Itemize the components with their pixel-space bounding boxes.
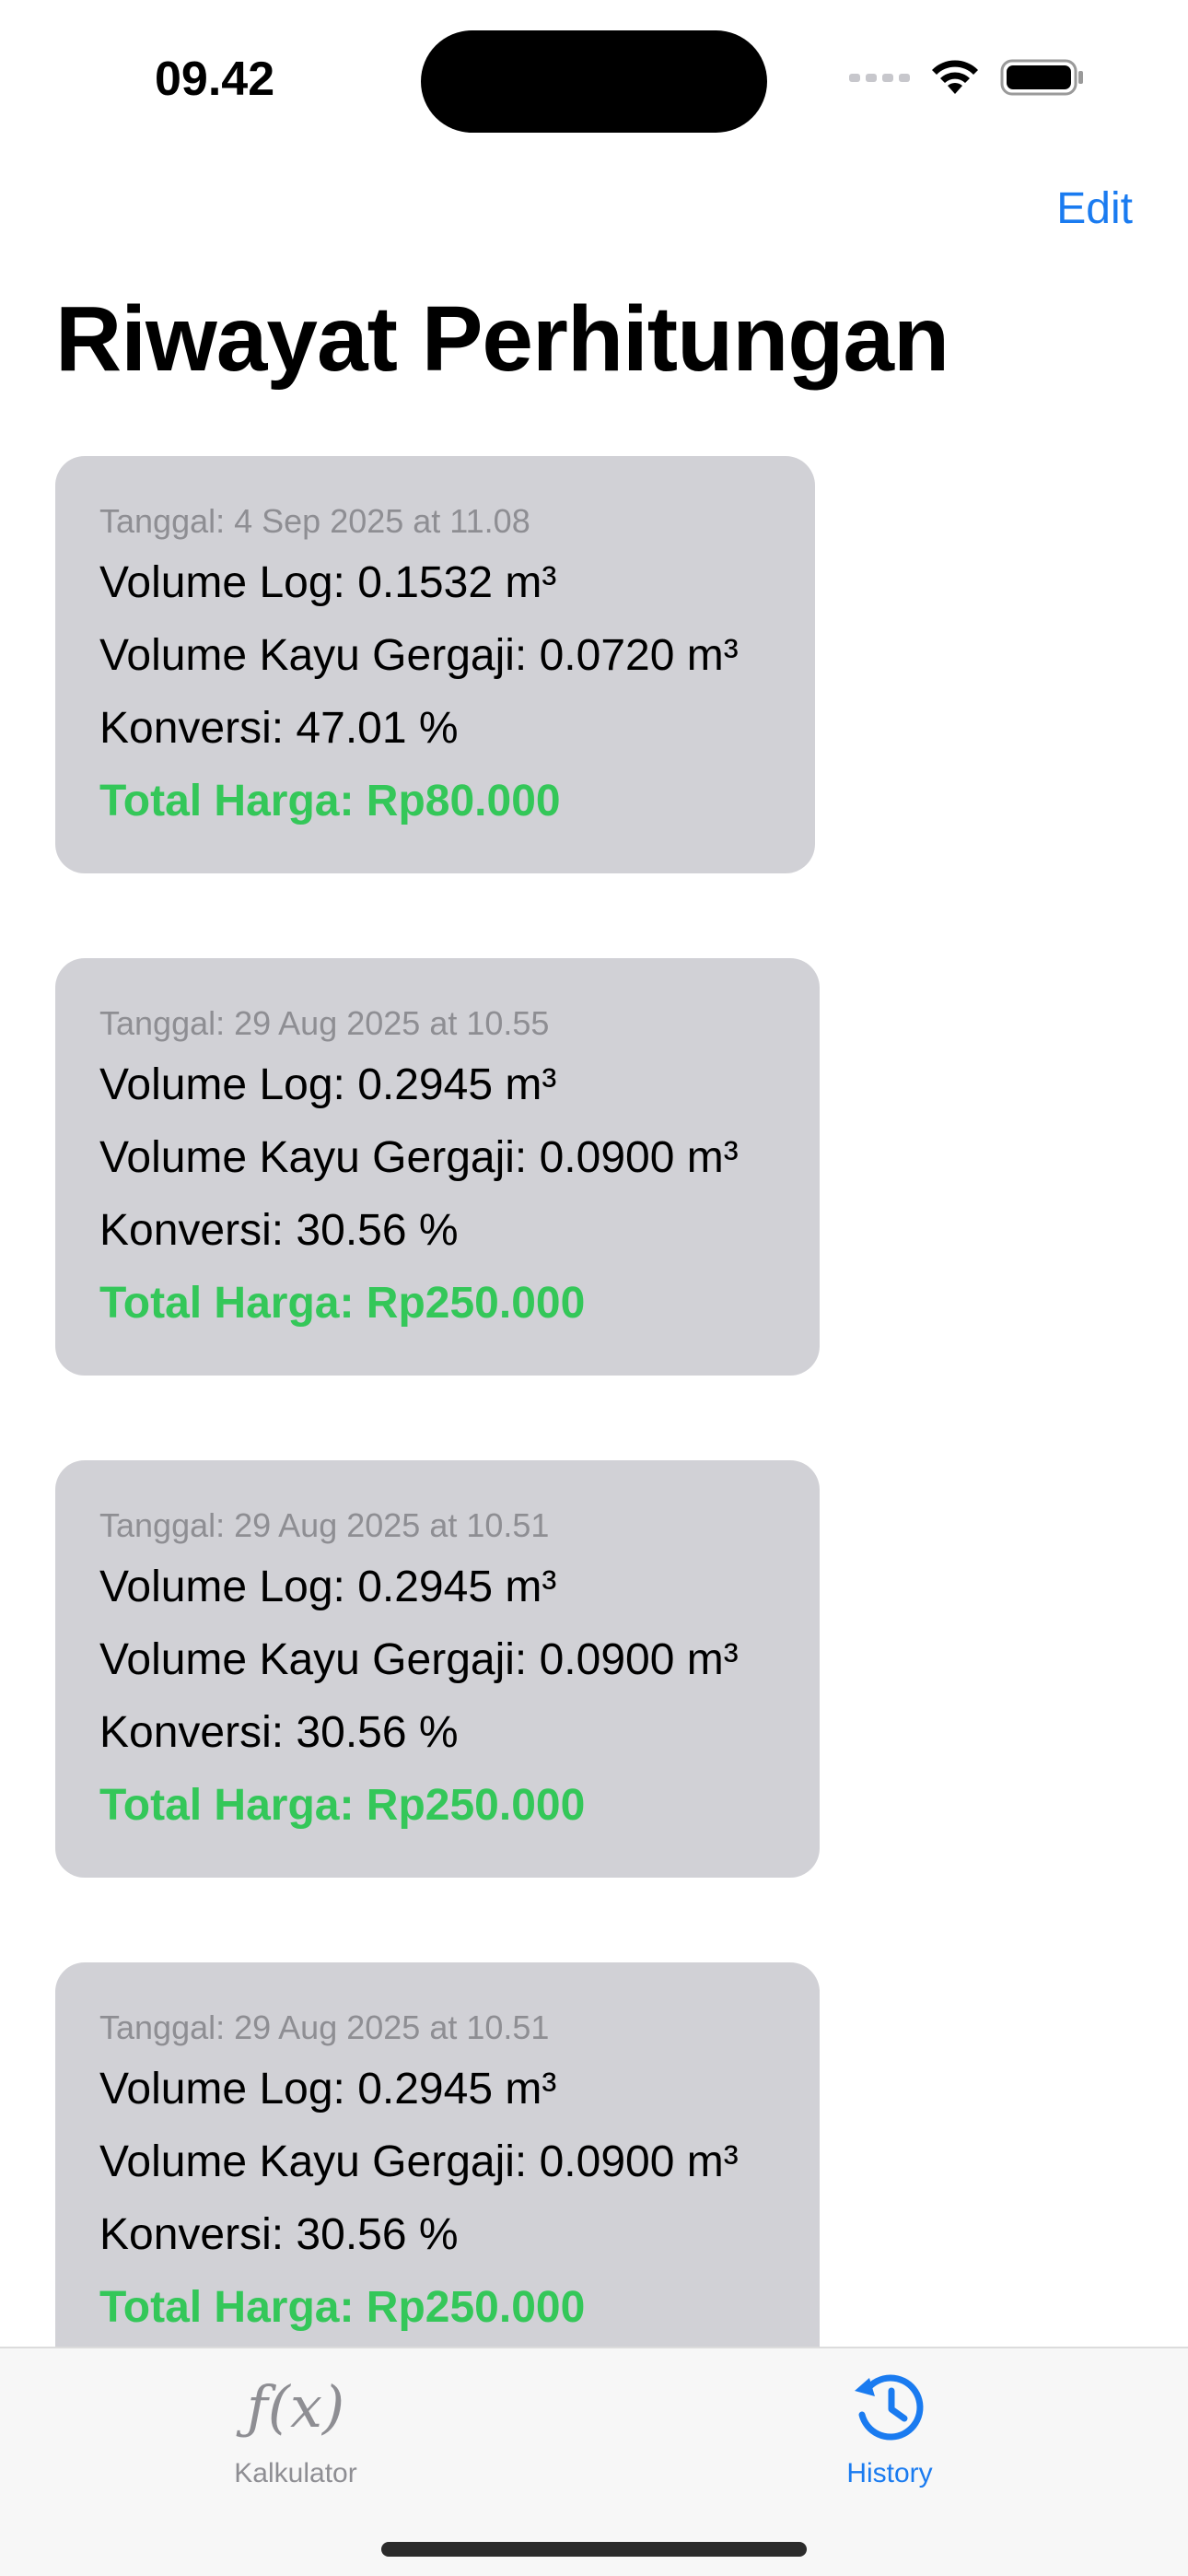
volume-kayu-gergaji: Volume Kayu Gergaji: 0.0720 m³ bbox=[99, 631, 739, 680]
history-date: Tanggal: 29 Aug 2025 at 10.55 bbox=[99, 1004, 550, 1042]
history-date: Tanggal: 4 Sep 2025 at 11.08 bbox=[99, 502, 530, 540]
function-glyph: ƒ(x) bbox=[246, 2373, 345, 2441]
status-time: 09.42 bbox=[155, 53, 275, 106]
function-icon: ƒ(x) bbox=[157, 2365, 434, 2450]
cellular-signal-icon bbox=[849, 71, 910, 88]
dynamic-island bbox=[421, 30, 767, 133]
konversi: Konversi: 30.56 % bbox=[99, 1206, 459, 1255]
volume-kayu-gergaji: Volume Kayu Gergaji: 0.0900 m³ bbox=[99, 1133, 739, 1182]
volume-kayu-gergaji: Volume Kayu Gergaji: 0.0900 m³ bbox=[99, 1635, 739, 1684]
total-harga: Total Harga: Rp250.000 bbox=[99, 1781, 586, 1830]
history-date: Tanggal: 29 Aug 2025 at 10.51 bbox=[99, 2008, 550, 2046]
history-card[interactable]: Tanggal: 4 Sep 2025 at 11.08 Volume Log:… bbox=[55, 456, 815, 873]
volume-log: Volume Log: 0.2945 m³ bbox=[99, 1060, 557, 1109]
history-card[interactable]: Tanggal: 29 Aug 2025 at 10.51 Volume Log… bbox=[55, 1460, 820, 1878]
edit-button[interactable]: Edit bbox=[1056, 181, 1133, 238]
history-card[interactable]: Tanggal: 29 Aug 2025 at 10.51 Volume Log… bbox=[55, 1962, 820, 2380]
history-clock-icon bbox=[751, 2365, 1028, 2450]
volume-log: Volume Log: 0.2945 m³ bbox=[99, 2065, 557, 2113]
konversi: Konversi: 47.01 % bbox=[99, 704, 459, 753]
tab-kalkulator[interactable]: ƒ(x) Kalkulator bbox=[157, 2365, 434, 2503]
status-icons bbox=[849, 53, 1085, 105]
page-title: Riwayat Perhitungan bbox=[55, 287, 949, 391]
volume-log: Volume Log: 0.1532 m³ bbox=[99, 558, 557, 607]
total-harga: Total Harga: Rp80.000 bbox=[99, 777, 561, 825]
konversi: Konversi: 30.56 % bbox=[99, 2210, 459, 2259]
history-date: Tanggal: 29 Aug 2025 at 10.51 bbox=[99, 1506, 550, 1544]
home-indicator[interactable] bbox=[381, 2542, 807, 2557]
konversi: Konversi: 30.56 % bbox=[99, 1708, 459, 1757]
battery-icon bbox=[1000, 57, 1085, 102]
total-harga: Total Harga: Rp250.000 bbox=[99, 1279, 586, 1328]
tab-history[interactable]: History bbox=[751, 2365, 1028, 2503]
total-harga: Total Harga: Rp250.000 bbox=[99, 2283, 586, 2332]
volume-kayu-gergaji: Volume Kayu Gergaji: 0.0900 m³ bbox=[99, 2137, 739, 2186]
tab-history-label: History bbox=[846, 2458, 933, 2488]
volume-log: Volume Log: 0.2945 m³ bbox=[99, 1563, 557, 1611]
history-card[interactable]: Tanggal: 29 Aug 2025 at 10.55 Volume Log… bbox=[55, 958, 820, 1376]
wifi-icon bbox=[928, 57, 982, 102]
tab-kalkulator-label: Kalkulator bbox=[234, 2458, 357, 2488]
